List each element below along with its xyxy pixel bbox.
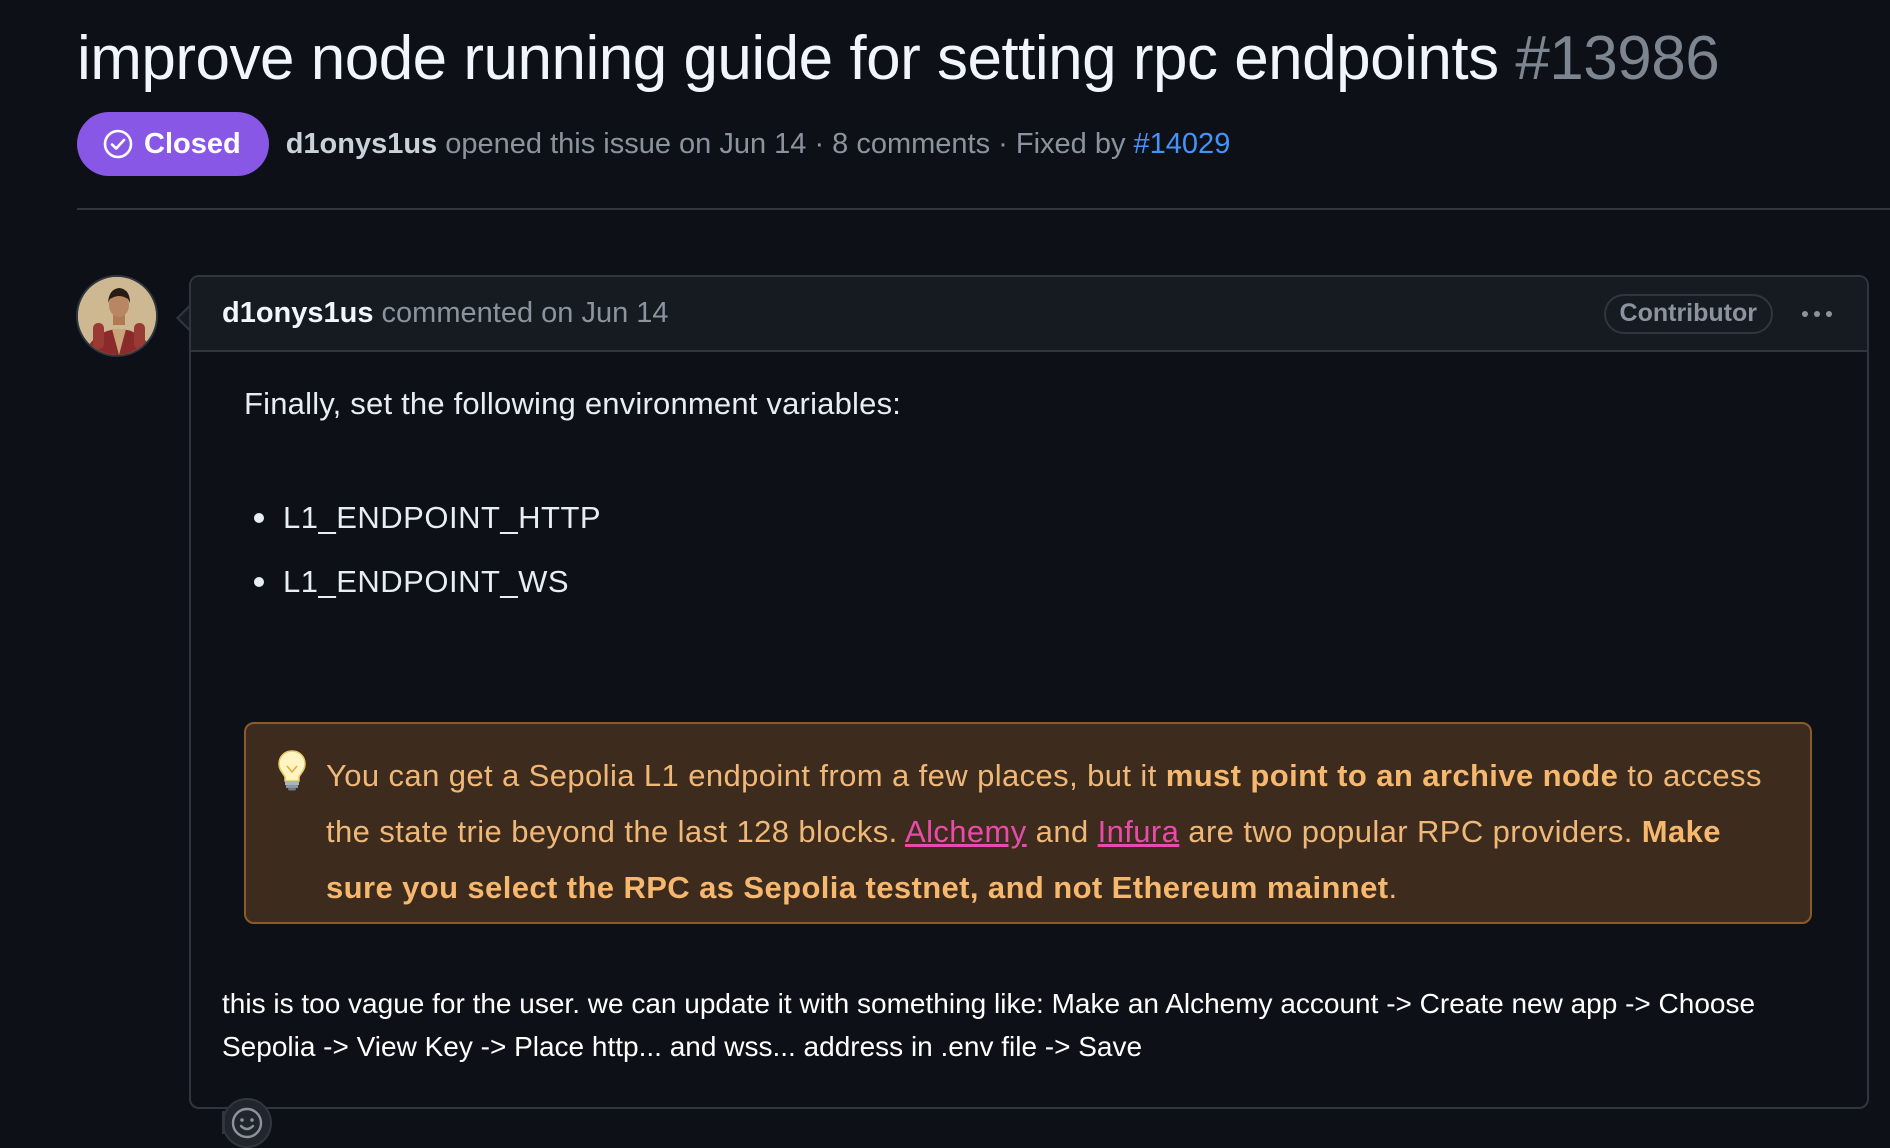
check-circle-icon [103,129,133,159]
issue-header: improve node running guide for setting r… [77,20,1890,176]
list-item-text: L1_ENDPOINT_WS [283,564,570,599]
smiley-icon [231,1107,263,1139]
comment-author-link[interactable]: d1onys1us [222,297,374,329]
issue-title-text: improve node running guide for setting r… [77,24,1499,93]
list-item: L1_ENDPOINT_WS [244,550,601,614]
list-item-text: L1_ENDPOINT_HTTP [283,500,602,535]
comment-reply-text: this is too vague for the user. we can u… [222,988,1756,1062]
list-item: L1_ENDPOINT_HTTP [244,486,601,550]
comment-caret [176,304,191,332]
comment-timestamp[interactable]: commented on Jun 14 [374,297,669,329]
issue-author-link[interactable]: d1onys1us [286,128,438,160]
issue-number: #13986 [1515,24,1720,93]
callout-text-1: You can get a Sepolia L1 endpoint from a… [326,758,1166,793]
status-label: Closed [144,127,241,160]
comment: d1onys1us commented on Jun 14 Contributo… [189,275,1869,1148]
avatar[interactable] [76,275,158,357]
issue-meta-text: d1onys1us opened this issue on Jun 14 · … [286,128,1231,161]
tip-callout: You can get a Sepolia L1 endpoint from a… [244,722,1812,924]
callout-text-5: . [1388,870,1398,905]
timeline-line [222,1111,225,1134]
lightbulb-icon [278,750,306,791]
comment-meta: d1onys1us commented on Jun 14 [222,297,669,330]
kebab-horizontal-icon [1802,310,1832,317]
quoted-intro: Finally, set the following environment v… [244,386,902,421]
alchemy-link[interactable]: Alchemy [905,814,1027,849]
status-badge: Closed [77,112,269,176]
add-reaction-button[interactable] [222,1098,272,1148]
issue-title: improve node running guide for setting r… [77,20,1890,98]
bullet-dot [254,577,264,587]
comment-options-button[interactable] [1797,294,1837,334]
comment-header: d1onys1us commented on Jun 14 Contributo… [191,277,1867,352]
infura-link[interactable]: Infura [1098,814,1180,849]
header-divider [77,208,1890,210]
callout-text-3: and [1026,814,1098,849]
avatar-image [78,277,156,355]
contributor-badge: Contributor [1603,293,1773,334]
bullet-dot [254,513,264,523]
fixed-by-link[interactable]: #14029 [1134,128,1231,160]
issue-opened-text: opened this issue on Jun 14 · 8 comments… [437,127,1134,160]
issue-meta: Closed d1onys1us opened this issue on Ju… [77,112,1890,176]
callout-bold-1: must point to an archive node [1165,758,1619,793]
callout-text-4: are two popular RPC providers. [1179,814,1642,849]
env-var-list: L1_ENDPOINT_HTTP L1_ENDPOINT_WS [244,486,601,614]
